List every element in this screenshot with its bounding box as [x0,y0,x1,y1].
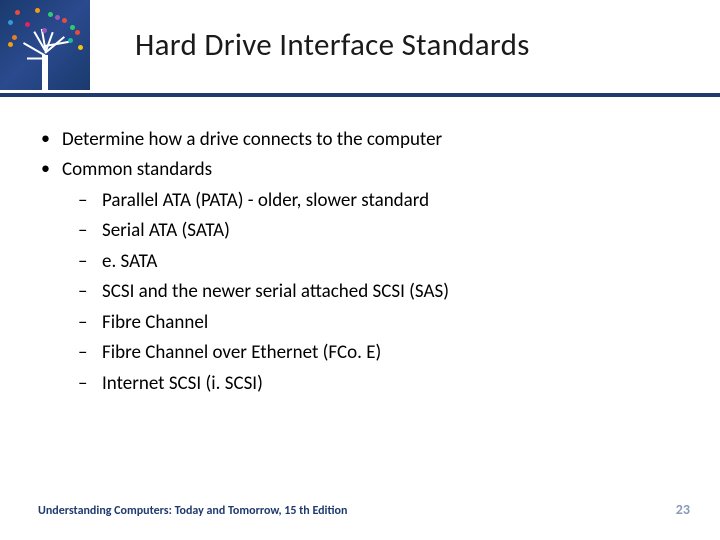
footer-text: Understanding Computers: Today and Tomor… [38,504,347,518]
list-item: SCSI and the newer serial attached SCSI … [38,277,680,306]
slide-title: Hard Drive Interface Standards [135,26,530,64]
tree-logo-icon [0,0,90,90]
page-number: 23 [676,501,690,518]
list-item: Common standards [38,155,680,184]
list-item: Fibre Channel [38,308,680,337]
list-item: Fibre Channel over Ethernet (FCo. E) [38,338,680,367]
list-item: Parallel ATA (PATA) - older, slower stan… [38,186,680,215]
list-item: e. SATA [38,247,680,276]
header: Hard Drive Interface Standards [0,0,720,100]
header-divider [0,93,720,97]
content-area: Determine how a drive connects to the co… [38,125,680,399]
list-item: Internet SCSI (i. SCSI) [38,369,680,398]
list-item: Determine how a drive connects to the co… [38,125,680,154]
slide: Hard Drive Interface Standards Determine… [0,0,720,540]
list-item: Serial ATA (SATA) [38,216,680,245]
